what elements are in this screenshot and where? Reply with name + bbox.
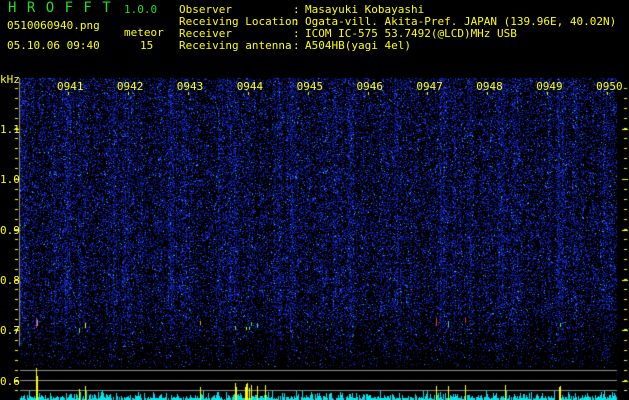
app-version: 1.0.0 — [124, 3, 158, 16]
freq-tick-label: 0.8 — [0, 273, 20, 287]
time-tick-label: 0948 — [476, 80, 503, 93]
time-tick-label: 0943 — [176, 80, 204, 93]
freq-tick-label: 0.7 — [0, 324, 20, 338]
info-colon: : — [293, 39, 300, 52]
freq-tick-label: 1.0 — [0, 173, 20, 187]
freq-unit: kHz — [0, 73, 20, 86]
spectrogram — [0, 0, 629, 400]
app-title: H R O F F T — [8, 0, 112, 16]
freq-tick-label: 0.6 — [0, 374, 20, 388]
time-tick-label: 0945 — [296, 80, 324, 93]
meteor-count: 15 — [140, 39, 154, 52]
time-tick-label: 0947 — [416, 80, 443, 93]
info-value: A504HB(yagi 4el) — [305, 39, 411, 52]
time-tick-label: 0946 — [356, 80, 384, 93]
time-tick-label: 0942 — [116, 80, 144, 93]
time-tick-label: 0950 — [596, 80, 623, 93]
freq-tick-label: 0.9 — [0, 223, 20, 237]
time-tick-label: 0944 — [236, 80, 264, 93]
meteor-label: meteor — [124, 26, 164, 39]
time-tick-label: 0949 — [536, 80, 563, 93]
file-name: 0510060940.png — [7, 19, 100, 32]
info-key: Receiving antenna — [179, 39, 292, 52]
freq-tick-label: 1.1 — [0, 123, 20, 136]
file-datetime: 05.10.06 09:40 — [7, 39, 100, 52]
time-tick-label: 0941 — [57, 80, 84, 93]
